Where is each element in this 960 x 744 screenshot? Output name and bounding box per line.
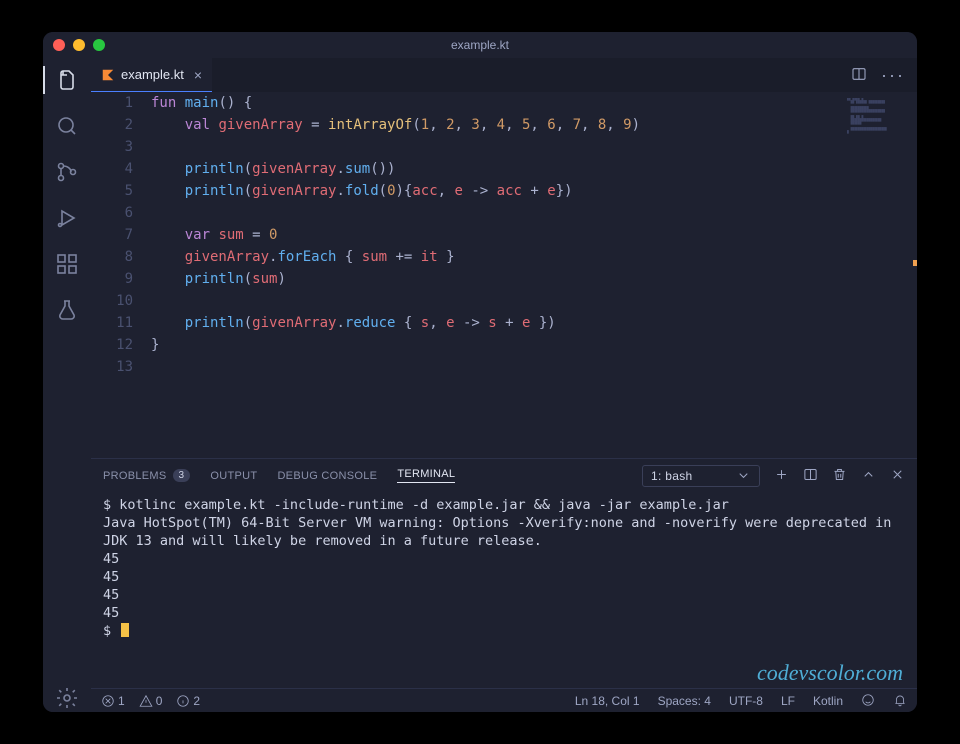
window-controls bbox=[53, 39, 105, 51]
close-panel-icon[interactable] bbox=[890, 467, 905, 485]
maximize-window-button[interactable] bbox=[93, 39, 105, 51]
code-content: fun main() { val givenArray = intArrayOf… bbox=[151, 92, 917, 458]
test-icon[interactable] bbox=[43, 296, 91, 324]
problems-tab[interactable]: PROBLEMS 3 bbox=[103, 469, 190, 482]
bottom-panel: PROBLEMS 3 OUTPUT DEBUG CONSOLE TERMINAL… bbox=[91, 458, 917, 688]
terminal-tab[interactable]: TERMINAL bbox=[397, 468, 455, 483]
debug-console-tab[interactable]: DEBUG CONSOLE bbox=[277, 470, 377, 482]
minimize-window-button[interactable] bbox=[73, 39, 85, 51]
status-spaces[interactable]: Spaces: 4 bbox=[658, 694, 711, 708]
search-icon[interactable] bbox=[43, 112, 91, 140]
chevron-down-icon bbox=[736, 468, 751, 483]
terminal-cursor bbox=[121, 623, 129, 637]
close-tab-icon[interactable]: × bbox=[194, 67, 202, 83]
kotlin-file-icon bbox=[101, 68, 115, 82]
status-position[interactable]: Ln 18, Col 1 bbox=[575, 694, 640, 708]
bell-icon[interactable] bbox=[893, 693, 907, 708]
trash-icon[interactable] bbox=[832, 467, 847, 485]
titlebar: example.kt bbox=[43, 32, 917, 58]
code-editor[interactable]: 12345678910111213 fun main() { val given… bbox=[91, 92, 917, 458]
status-language[interactable]: Kotlin bbox=[813, 694, 843, 708]
activity-bar bbox=[43, 58, 91, 712]
tabs-row: example.kt × ··· bbox=[91, 58, 917, 92]
status-warnings[interactable]: 0 bbox=[139, 694, 163, 708]
new-terminal-icon[interactable] bbox=[774, 467, 789, 485]
window-title: example.kt bbox=[43, 38, 917, 52]
source-control-icon[interactable] bbox=[43, 158, 91, 186]
problems-count: 3 bbox=[173, 469, 191, 482]
terminal-select-label: 1: bash bbox=[651, 469, 692, 483]
line-gutter: 12345678910111213 bbox=[91, 92, 151, 458]
status-info[interactable]: 2 bbox=[176, 694, 200, 708]
feedback-icon[interactable] bbox=[861, 693, 875, 708]
status-encoding[interactable]: UTF-8 bbox=[729, 694, 763, 708]
terminal-line: $ kotlinc example.kt -include-runtime -d… bbox=[103, 496, 905, 514]
panel-tabs: PROBLEMS 3 OUTPUT DEBUG CONSOLE TERMINAL… bbox=[91, 459, 917, 492]
editor-actions: ··· bbox=[839, 58, 917, 92]
terminal-select[interactable]: 1: bash bbox=[642, 465, 760, 487]
run-debug-icon[interactable] bbox=[43, 204, 91, 232]
split-terminal-icon[interactable] bbox=[803, 467, 818, 485]
status-bar: 1 0 2 Ln 18, Col 1 Spaces: 4 UTF-8 LF Ko… bbox=[91, 688, 917, 712]
split-editor-icon[interactable] bbox=[851, 66, 867, 85]
status-eol[interactable]: LF bbox=[781, 694, 795, 708]
problems-label: PROBLEMS bbox=[103, 470, 167, 482]
more-actions-icon[interactable]: ··· bbox=[881, 65, 905, 86]
tab-example-kt[interactable]: example.kt × bbox=[91, 58, 212, 92]
overview-ruler-mark bbox=[913, 260, 917, 266]
status-errors[interactable]: 1 bbox=[101, 694, 125, 708]
terminal-line: 45 bbox=[103, 586, 905, 604]
terminal-line: 45 bbox=[103, 550, 905, 568]
output-tab[interactable]: OUTPUT bbox=[210, 470, 257, 482]
chevron-up-icon[interactable] bbox=[861, 467, 876, 485]
watermark: codevscolor.com bbox=[757, 664, 903, 682]
settings-icon[interactable] bbox=[43, 684, 91, 712]
terminal-line: 45 bbox=[103, 604, 905, 622]
terminal-line: Java HotSpot(TM) 64-Bit Server VM warnin… bbox=[103, 514, 905, 550]
extensions-icon[interactable] bbox=[43, 250, 91, 278]
editor-group: example.kt × ··· 12345678910111213 fun m… bbox=[91, 58, 917, 712]
explorer-icon[interactable] bbox=[43, 66, 91, 94]
vscode-window: example.kt bbox=[43, 32, 917, 712]
terminal-prompt: $ bbox=[103, 622, 905, 640]
terminal-line: 45 bbox=[103, 568, 905, 586]
close-window-button[interactable] bbox=[53, 39, 65, 51]
terminal-content[interactable]: $ kotlinc example.kt -include-runtime -d… bbox=[91, 492, 917, 688]
tab-label: example.kt bbox=[121, 67, 184, 82]
